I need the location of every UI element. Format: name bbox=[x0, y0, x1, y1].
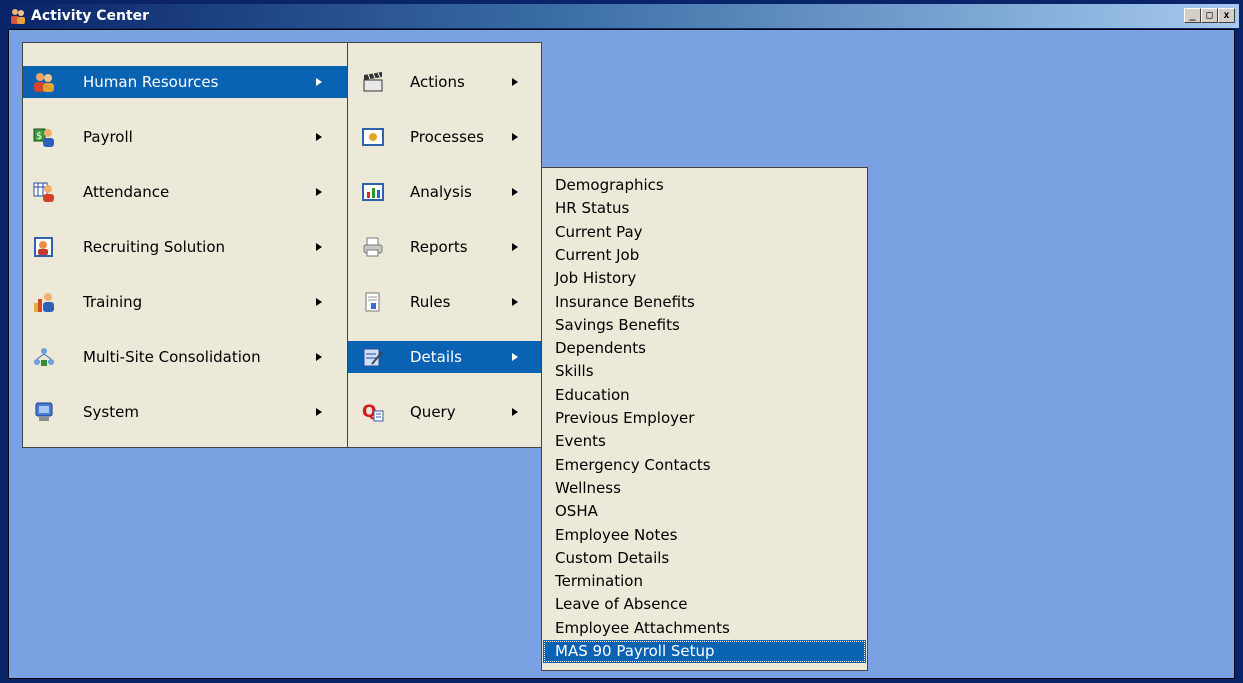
submenu-item-label: Reports bbox=[410, 238, 468, 256]
menu-item-label: Payroll bbox=[83, 128, 133, 146]
menu-item-label: Training bbox=[83, 293, 143, 311]
minimize-icon: _ bbox=[1189, 9, 1196, 21]
submenu-arrow-icon bbox=[316, 78, 322, 86]
minimize-button[interactable]: _ bbox=[1184, 8, 1201, 23]
details-item-hr-status[interactable]: HR Status bbox=[543, 197, 866, 220]
close-icon: x bbox=[1223, 9, 1230, 21]
details-item-events[interactable]: Events bbox=[543, 430, 866, 453]
submenu-arrow-icon bbox=[512, 188, 518, 196]
submenu-item-label: Processes bbox=[410, 128, 484, 146]
svg-text:$: $ bbox=[36, 131, 42, 142]
hr-people-icon bbox=[33, 71, 55, 93]
payroll-icon: $ bbox=[33, 126, 55, 148]
submenu-arrow-icon bbox=[316, 298, 322, 306]
details-item-custom-details[interactable]: Custom Details bbox=[543, 547, 866, 570]
menu-item-label: Multi-Site Consolidation bbox=[83, 348, 261, 366]
submenu-arrow-icon bbox=[316, 133, 322, 141]
close-button[interactable]: x bbox=[1218, 8, 1235, 23]
details-item-termination[interactable]: Termination bbox=[543, 570, 866, 593]
details-item-wellness[interactable]: Wellness bbox=[543, 477, 866, 500]
submenu-arrow-icon bbox=[316, 188, 322, 196]
rules-icon bbox=[362, 291, 384, 313]
clapper-icon bbox=[362, 71, 384, 93]
maximize-icon: □ bbox=[1206, 9, 1213, 21]
app-people-icon bbox=[11, 9, 25, 24]
menu-item-system[interactable]: System bbox=[23, 396, 348, 428]
recruiting-icon bbox=[33, 236, 55, 258]
details-item-employee-notes[interactable]: Employee Notes bbox=[543, 524, 866, 547]
submenu-item-label: Actions bbox=[410, 73, 465, 91]
menu-item-training[interactable]: Training bbox=[23, 286, 348, 318]
details-item-osha[interactable]: OSHA bbox=[543, 500, 866, 523]
details-item-leave-of-absence[interactable]: Leave of Absence bbox=[543, 593, 866, 616]
window-controls: _ □ x bbox=[1184, 8, 1235, 23]
submenu-item-reports[interactable]: Reports bbox=[348, 231, 541, 263]
maximize-button[interactable]: □ bbox=[1201, 8, 1218, 23]
menu-item-label: Attendance bbox=[83, 183, 170, 201]
menu-item-label: Human Resources bbox=[83, 73, 219, 91]
details-item-previous-employer[interactable]: Previous Employer bbox=[543, 407, 866, 430]
submenu-arrow-icon bbox=[512, 78, 518, 86]
submenu-arrow-icon bbox=[316, 243, 322, 251]
menu-item-label: System bbox=[83, 403, 139, 421]
submenu-arrow-icon bbox=[512, 408, 518, 416]
menu-item-payroll[interactable]: $ Payroll bbox=[23, 121, 348, 153]
human-resources-submenu: Actions Processes Analysis Reports Rules Deta… bbox=[347, 42, 542, 448]
submenu-item-label: Rules bbox=[410, 293, 451, 311]
printer-icon bbox=[362, 236, 384, 258]
details-item-mas-90-payroll-setup[interactable]: MAS 90 Payroll Setup bbox=[543, 640, 866, 663]
submenu-item-analysis[interactable]: Analysis bbox=[348, 176, 541, 208]
submenu-arrow-icon bbox=[316, 408, 322, 416]
submenu-arrow-icon bbox=[512, 133, 518, 141]
details-item-dependents[interactable]: Dependents bbox=[543, 337, 866, 360]
details-item-current-job[interactable]: Current Job bbox=[543, 244, 866, 267]
menu-item-label: Recruiting Solution bbox=[83, 238, 226, 256]
details-item-education[interactable]: Education bbox=[543, 384, 866, 407]
attendance-icon bbox=[33, 181, 55, 203]
submenu-item-actions[interactable]: Actions bbox=[348, 66, 541, 98]
submenu-arrow-icon bbox=[512, 298, 518, 306]
details-item-employee-attachments[interactable]: Employee Attachments bbox=[543, 617, 866, 640]
submenu-arrow-icon bbox=[512, 243, 518, 251]
details-item-demographics[interactable]: Demographics bbox=[543, 174, 866, 197]
details-icon bbox=[362, 346, 384, 368]
details-item-job-history[interactable]: Job History bbox=[543, 267, 866, 290]
submenu-item-label: Details bbox=[410, 348, 463, 366]
details-item-insurance-benefits[interactable]: Insurance Benefits bbox=[543, 291, 866, 314]
submenu-item-label: Analysis bbox=[410, 183, 472, 201]
title-bar[interactable]: Activity Center _ □ x bbox=[4, 4, 1239, 28]
details-submenu: Demographics HR Status Current Pay Current … bbox=[541, 167, 868, 671]
details-item-skills[interactable]: Skills bbox=[543, 360, 866, 383]
activity-center-window: Activity Center _ □ x Human Resources $ Pa… bbox=[0, 0, 1243, 683]
details-item-savings-benefits[interactable]: Savings Benefits bbox=[543, 314, 866, 337]
submenu-item-processes[interactable]: Processes bbox=[348, 121, 541, 153]
details-item-emergency-contacts[interactable]: Emergency Contacts bbox=[543, 454, 866, 477]
chart-icon bbox=[362, 181, 384, 203]
submenu-arrow-icon bbox=[316, 353, 322, 361]
menu-item-human-resources[interactable]: Human Resources bbox=[23, 66, 348, 98]
multisite-icon bbox=[33, 346, 55, 368]
system-icon bbox=[33, 401, 55, 423]
training-icon bbox=[33, 291, 55, 313]
menu-item-recruiting-solution[interactable]: Recruiting Solution bbox=[23, 231, 348, 263]
main-menu: Human Resources $ Payroll Attendance Recruit… bbox=[22, 42, 349, 448]
menu-item-multi-site-consolidation[interactable]: Multi-Site Consolidation bbox=[23, 341, 348, 373]
submenu-arrow-icon bbox=[512, 353, 518, 361]
menu-item-attendance[interactable]: Attendance bbox=[23, 176, 348, 208]
processes-icon bbox=[362, 126, 384, 148]
submenu-item-query[interactable]: Q Query bbox=[348, 396, 541, 428]
submenu-item-details[interactable]: Details bbox=[348, 341, 541, 373]
submenu-item-label: Query bbox=[410, 403, 456, 421]
window-title: Activity Center bbox=[31, 8, 150, 24]
submenu-item-rules[interactable]: Rules bbox=[348, 286, 541, 318]
details-item-current-pay[interactable]: Current Pay bbox=[543, 221, 866, 244]
query-icon: Q bbox=[362, 401, 384, 423]
